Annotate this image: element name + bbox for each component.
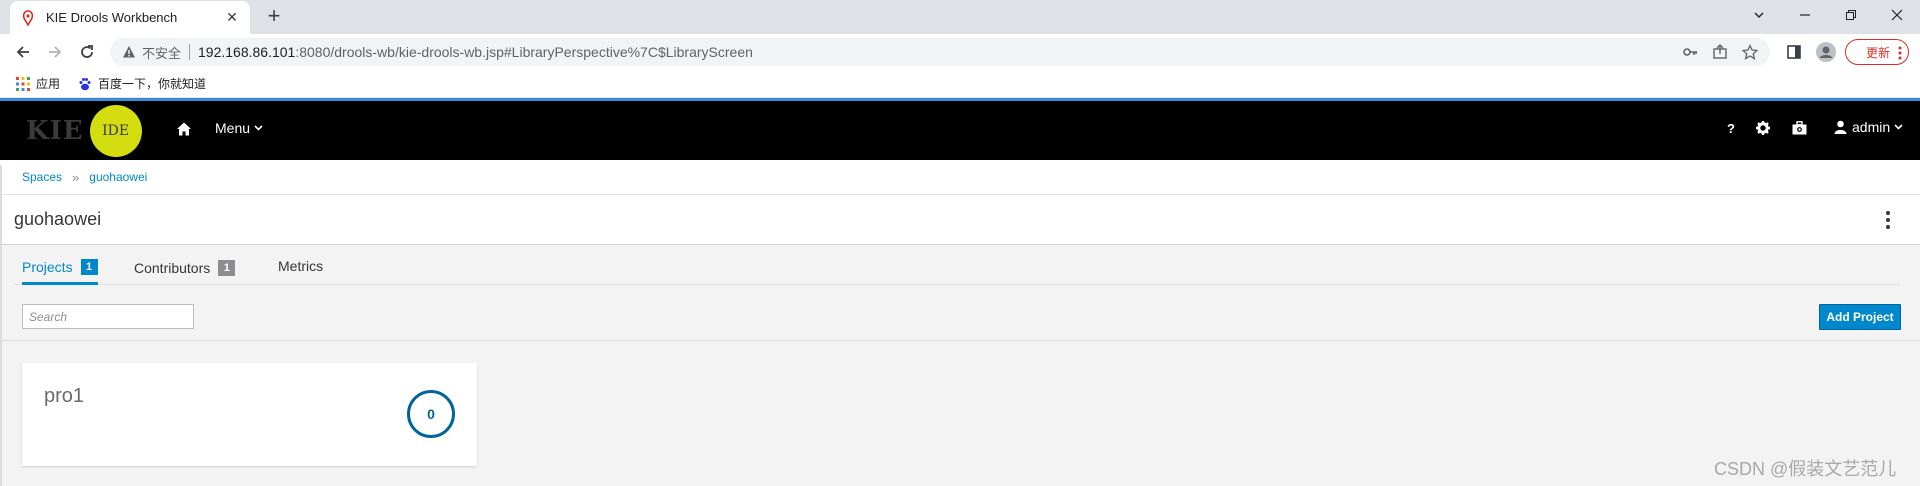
- tab-metrics[interactable]: Metrics: [278, 253, 323, 283]
- space-tabs: Projects 1 Contributors 1 Metrics: [14, 245, 1900, 285]
- project-card[interactable]: pro1 0: [22, 363, 477, 466]
- minimize-icon[interactable]: [1782, 0, 1828, 30]
- tab-contributors-label: Contributors: [134, 260, 211, 276]
- tab-metrics-label: Metrics: [278, 258, 324, 274]
- projects-count-badge: 1: [80, 258, 98, 275]
- apps-grid-icon: [16, 76, 30, 91]
- toolbar-row: Add Project: [0, 285, 1920, 341]
- tab-search-chevron-icon[interactable]: [1736, 0, 1782, 30]
- back-icon[interactable]: [12, 41, 34, 63]
- menu-label: Menu: [215, 120, 251, 136]
- chevron-down-icon: [254, 125, 263, 131]
- project-asset-count: 0: [407, 390, 455, 438]
- breadcrumb-spaces[interactable]: Spaces: [22, 170, 62, 184]
- logo-kie-text: KIE: [26, 116, 84, 146]
- bookmarks-bar: 应用 百度一下，你就知道: [0, 70, 1920, 98]
- briefcase-icon[interactable]: [1792, 121, 1807, 135]
- drools-favicon-icon: [22, 9, 34, 26]
- tab-contributors[interactable]: Contributors 1: [134, 255, 236, 285]
- kebab-menu-icon[interactable]: [1880, 209, 1896, 231]
- breadcrumb-separator: »: [72, 169, 80, 185]
- kie-ide-logo[interactable]: KIE IDE: [26, 105, 142, 157]
- profile-avatar-icon[interactable]: [1815, 41, 1837, 63]
- bookmark-apps-label: 应用: [36, 77, 61, 91]
- settings-gear-icon[interactable]: [1756, 121, 1770, 135]
- browser-tab-title: KIE Drools Workbench: [46, 10, 178, 25]
- omnibox-divider: [189, 44, 191, 60]
- key-icon[interactable]: [1682, 44, 1698, 60]
- bookmark-apps[interactable]: 应用: [16, 75, 60, 92]
- new-tab-icon[interactable]: +: [262, 5, 286, 29]
- browser-menu-icon[interactable]: [1898, 46, 1902, 60]
- project-name: pro1: [44, 385, 85, 407]
- side-panel-icon[interactable]: [1783, 41, 1805, 63]
- add-project-button[interactable]: Add Project: [1819, 304, 1901, 330]
- contributors-count-badge: 1: [218, 260, 236, 276]
- close-window-icon[interactable]: [1874, 0, 1920, 30]
- update-label: 更新: [1866, 45, 1891, 60]
- share-icon[interactable]: [1712, 44, 1728, 60]
- page-title: guohaowei: [14, 209, 102, 229]
- home-icon[interactable]: [176, 121, 192, 142]
- url-path: :8080/drools-wb/kie-drools-wb.jsp#Librar…: [295, 44, 753, 60]
- chevron-down-icon: [1894, 124, 1903, 130]
- space-header: guohaowei: [0, 195, 1920, 245]
- warning-triangle-icon: [123, 46, 135, 58]
- url-text[interactable]: 192.168.86.101:8080/drools-wb/kie-drools…: [198, 44, 753, 60]
- bookmark-star-icon[interactable]: [1742, 44, 1758, 60]
- tab-projects-label: Projects: [22, 258, 73, 275]
- browser-toolbar: 不安全 192.168.86.101:8080/drools-wb/kie-dr…: [0, 34, 1920, 70]
- baidu-paw-icon: [79, 77, 91, 90]
- update-button[interactable]: 更新: [1845, 39, 1909, 65]
- forward-icon[interactable]: [44, 41, 66, 63]
- breadcrumb: Spaces » guohaowei: [0, 160, 1920, 195]
- browser-tab[interactable]: KIE Drools Workbench ✕: [10, 1, 250, 34]
- breadcrumb-space[interactable]: guohaowei: [89, 170, 147, 184]
- user-menu[interactable]: admin: [1834, 119, 1903, 135]
- browser-tabstrip: KIE Drools Workbench ✕ +: [0, 0, 1920, 34]
- bookmark-baidu-label: 百度一下，你就知道: [98, 77, 207, 91]
- reload-icon[interactable]: [76, 41, 98, 63]
- tab-projects[interactable]: Projects 1: [22, 255, 98, 285]
- tab-close-icon[interactable]: ✕: [224, 9, 240, 26]
- url-host: 192.168.86.101: [198, 44, 296, 60]
- bookmark-baidu[interactable]: 百度一下，你就知道: [78, 75, 206, 92]
- watermark: CSDN @假装文艺范儿: [1714, 459, 1897, 479]
- address-bar[interactable]: 不安全 192.168.86.101:8080/drools-wb/kie-dr…: [110, 38, 1770, 66]
- help-icon: ?: [1727, 121, 1735, 136]
- help-button[interactable]: ?: [1727, 121, 1735, 136]
- logo-ide-badge: IDE: [89, 105, 142, 157]
- left-border: [0, 165, 2, 486]
- app-navbar: KIE IDE Menu ? admin: [0, 101, 1920, 160]
- menu-dropdown[interactable]: Menu: [215, 120, 263, 136]
- search-input[interactable]: [22, 304, 194, 329]
- security-label: 不安全: [142, 45, 182, 61]
- restore-icon[interactable]: [1828, 0, 1874, 30]
- user-label: admin: [1852, 119, 1891, 135]
- security-indicator[interactable]: 不安全: [122, 43, 181, 62]
- user-icon: [1834, 120, 1847, 134]
